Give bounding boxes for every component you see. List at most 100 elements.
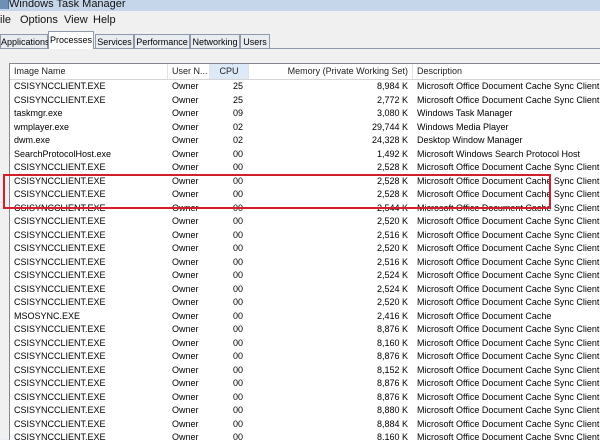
table-row[interactable]: CSISYNCCLIENT.EXE Owner 00 8,876 K Microsoft… bbox=[10, 377, 600, 391]
menu-options[interactable]: Options bbox=[20, 14, 58, 27]
table-row[interactable]: CSISYNCCLIENT.EXE Owner 00 2,516 K Microsoft… bbox=[10, 229, 600, 243]
process-memory: 2,524 K bbox=[376, 283, 408, 294]
process-name: CSISYNCCLIENT.EXE bbox=[14, 175, 106, 186]
tab-applications[interactable]: Applications bbox=[0, 34, 50, 48]
table-row[interactable]: CSISYNCCLIENT.EXE Owner 00 8,876 K Microsoft… bbox=[10, 323, 600, 337]
table-row[interactable]: CSISYNCCLIENT.EXE Owner 00 2,528 K Microsoft… bbox=[10, 161, 600, 175]
process-cpu: 00 bbox=[232, 405, 243, 415]
table-row[interactable]: wmplayer.exe Owner 02 29,744 K Windows Media… bbox=[10, 121, 600, 135]
tab-users[interactable]: Users bbox=[240, 34, 270, 48]
table-row[interactable]: CSISYNCCLIENT.EXE Owner 00 2,520 K Microsoft… bbox=[10, 242, 600, 256]
process-cpu: 00 bbox=[232, 256, 243, 267]
process-user: Owner bbox=[172, 270, 199, 280]
process-user: Owner bbox=[172, 216, 199, 226]
table-row[interactable]: CSISYNCCLIENT.EXE Owner 00 8,152 K Microsoft… bbox=[10, 364, 600, 378]
table-row[interactable]: dwm.exe Owner 02 24,328 K Desktop Window Man… bbox=[10, 134, 600, 148]
table-row[interactable]: CSISYNCCLIENT.EXE Owner 00 2,520 K Microsoft… bbox=[10, 296, 600, 310]
process-cpu: 00 bbox=[232, 418, 243, 429]
process-user: Owner bbox=[172, 324, 199, 334]
menu-view[interactable]: View bbox=[64, 14, 88, 27]
process-description: Microsoft Office Document Cache Sync Cli… bbox=[417, 94, 600, 105]
process-user: Owner bbox=[172, 418, 199, 429]
process-memory: 8,884 K bbox=[376, 418, 408, 429]
process-name: CSISYNCCLIENT.EXE bbox=[14, 94, 106, 105]
process-description: Microsoft Office Document Cache Sync Cli… bbox=[417, 162, 600, 172]
process-user: Owner bbox=[172, 148, 199, 159]
column-cpu[interactable]: ▾ CPU bbox=[210, 64, 249, 79]
table-row[interactable]: CSISYNCCLIENT.EXE Owner 00 2,524 K Microsoft… bbox=[10, 283, 600, 297]
process-cpu: 00 bbox=[232, 391, 243, 402]
table-row[interactable]: CSISYNCCLIENT.EXE Owner 00 2,516 K Microsoft… bbox=[10, 256, 600, 270]
table-row[interactable]: CSISYNCCLIENT.EXE Owner 00 2,528 K Microsoft… bbox=[10, 188, 600, 202]
process-user: Owner bbox=[172, 108, 199, 118]
column-description[interactable]: Description bbox=[413, 64, 600, 79]
process-name: CSISYNCCLIENT.EXE bbox=[14, 243, 106, 253]
window-title: Windows Task Manager bbox=[9, 0, 126, 10]
tab-networking[interactable]: Networking bbox=[190, 34, 240, 48]
table-row[interactable]: CSISYNCCLIENT.EXE Owner 00 8,876 K Microsoft… bbox=[10, 391, 600, 405]
column-memory[interactable]: Memory (Private Working Set) bbox=[249, 64, 413, 79]
process-description: Microsoft Office Document Cache Sync Cli… bbox=[417, 405, 600, 415]
process-user: Owner bbox=[172, 135, 199, 145]
table-row[interactable]: CSISYNCCLIENT.EXE Owner 00 2,544 K Microsoft… bbox=[10, 202, 600, 216]
process-name: CSISYNCCLIENT.EXE bbox=[14, 364, 106, 375]
table-row[interactable]: CSISYNCCLIENT.EXE Owner 25 8,984 K Microsoft… bbox=[10, 80, 600, 94]
tab-performance[interactable]: Performance bbox=[134, 34, 190, 48]
table-row[interactable]: taskmgr.exe Owner 09 3,080 K Windows Task Ma… bbox=[10, 107, 600, 121]
process-user: Owner bbox=[172, 351, 199, 361]
process-memory: 8,152 K bbox=[376, 364, 408, 375]
table-row[interactable]: CSISYNCCLIENT.EXE Owner 00 2,520 K Microsoft… bbox=[10, 215, 600, 229]
process-memory: 8,160 K bbox=[376, 432, 408, 440]
app-icon bbox=[0, 0, 9, 9]
process-cpu: 02 bbox=[232, 135, 243, 145]
sort-arrow-icon: ▾ bbox=[231, 64, 235, 68]
process-description: Microsoft Office Document Cache Sync Cli… bbox=[417, 364, 600, 375]
process-cpu: 25 bbox=[232, 94, 243, 105]
process-description: Microsoft Office Document Cache Sync Cli… bbox=[417, 418, 600, 429]
process-memory: 2,520 K bbox=[376, 243, 408, 253]
process-name: CSISYNCCLIENT.EXE bbox=[14, 378, 106, 388]
process-list[interactable]: Image Name User N... ▾ CPU Memory (Priva… bbox=[9, 63, 600, 440]
table-row[interactable]: CSISYNCCLIENT.EXE Owner 00 8,876 K Microsoft… bbox=[10, 350, 600, 364]
process-description: Microsoft Office Document Cache Sync Cli… bbox=[417, 229, 600, 240]
table-row[interactable]: CSISYNCCLIENT.EXE Owner 00 8,160 K Microsoft… bbox=[10, 431, 600, 440]
column-user-name[interactable]: User N... bbox=[168, 64, 210, 79]
process-memory: 2,524 K bbox=[376, 270, 408, 280]
process-cpu: 00 bbox=[232, 175, 243, 186]
process-description: Microsoft Office Document Cache Sync Cli… bbox=[417, 378, 600, 388]
process-description: Microsoft Office Document Cache Sync Cli… bbox=[417, 189, 600, 199]
table-row[interactable]: SearchProtocolHost.exe Owner 00 1,492 K Micr… bbox=[10, 148, 600, 162]
process-description: Microsoft Windows Search Protocol Host bbox=[417, 148, 581, 159]
tab-services[interactable]: Services bbox=[95, 34, 134, 48]
menu-file[interactable]: ile bbox=[0, 14, 11, 27]
process-name: CSISYNCCLIENT.EXE bbox=[14, 216, 106, 226]
column-image-name[interactable]: Image Name bbox=[10, 64, 168, 79]
table-row[interactable]: CSISYNCCLIENT.EXE Owner 00 2,528 K Microsoft… bbox=[10, 175, 600, 189]
process-name: CSISYNCCLIENT.EXE bbox=[14, 270, 106, 280]
table-row[interactable]: CSISYNCCLIENT.EXE Owner 00 8,884 K Microsoft… bbox=[10, 418, 600, 432]
process-user: Owner bbox=[172, 256, 199, 267]
table-row[interactable]: CSISYNCCLIENT.EXE Owner 00 8,160 K Microsoft… bbox=[10, 337, 600, 351]
tab-processes[interactable]: Processes bbox=[48, 31, 94, 49]
menu-help[interactable]: Help bbox=[93, 14, 116, 27]
table-row[interactable]: CSISYNCCLIENT.EXE Owner 00 2,524 K Microsoft… bbox=[10, 269, 600, 283]
table-row[interactable]: MSOSYNC.EXE Owner 00 2,416 K Microsoft Offic… bbox=[10, 310, 600, 324]
table-row[interactable]: CSISYNCCLIENT.EXE Owner 25 2,772 K Microsoft… bbox=[10, 94, 600, 108]
process-name: CSISYNCCLIENT.EXE bbox=[14, 256, 106, 267]
process-name: CSISYNCCLIENT.EXE bbox=[14, 283, 106, 294]
process-name: CSISYNCCLIENT.EXE bbox=[14, 162, 106, 172]
process-description: Microsoft Office Document Cache bbox=[417, 310, 552, 321]
process-name: CSISYNCCLIENT.EXE bbox=[14, 391, 106, 402]
process-memory: 2,416 K bbox=[376, 310, 408, 321]
processes-panel: Image Name User N... ▾ CPU Memory (Priva… bbox=[0, 48, 600, 440]
process-user: Owner bbox=[172, 432, 199, 440]
process-cpu: 02 bbox=[232, 121, 243, 132]
process-user: Owner bbox=[172, 297, 199, 307]
tab-strip: Applications Processes Services Performa… bbox=[0, 30, 600, 49]
table-row[interactable]: CSISYNCCLIENT.EXE Owner 00 8,880 K Microsoft… bbox=[10, 404, 600, 418]
process-description: Microsoft Office Document Cache Sync Cli… bbox=[417, 243, 600, 253]
process-name: MSOSYNC.EXE bbox=[14, 310, 81, 321]
process-cpu: 00 bbox=[232, 297, 243, 307]
process-description: Microsoft Office Document Cache Sync Cli… bbox=[417, 283, 600, 294]
process-user: Owner bbox=[172, 405, 199, 415]
